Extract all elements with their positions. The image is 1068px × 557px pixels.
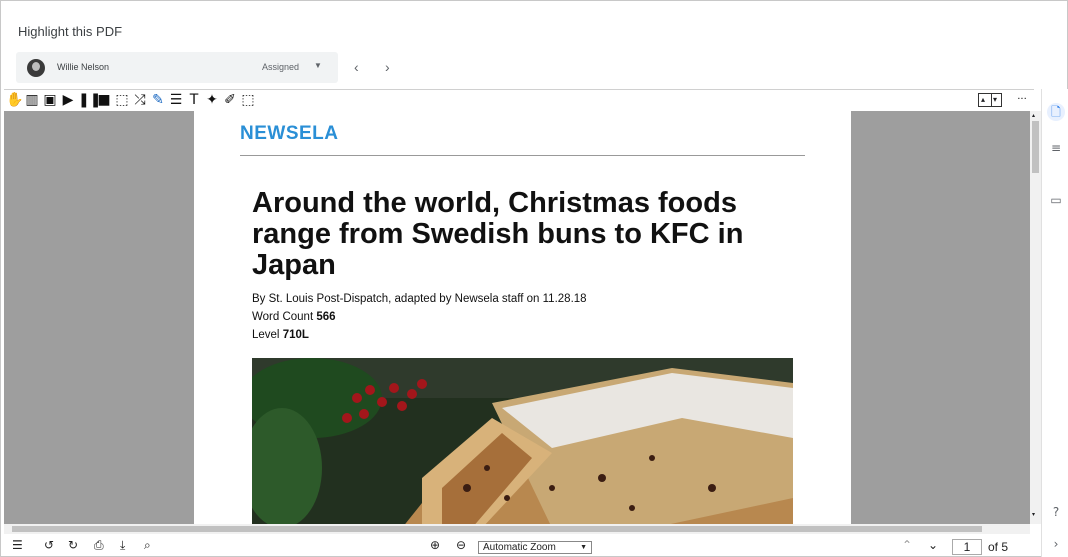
horizontal-scrollbar[interactable] <box>4 524 1030 534</box>
chevron-right-icon[interactable]: › <box>1047 535 1065 553</box>
hand-icon[interactable]: ✋ <box>6 91 23 109</box>
status-dropdown[interactable]: Assigned <box>262 62 299 72</box>
caret-up-icon: ▴ <box>981 95 986 104</box>
stop-icon[interactable]: ■ <box>96 91 112 109</box>
dropdown-toggle[interactable]: ▴ ▾ <box>978 93 1002 107</box>
horizontal-scroll-thumb[interactable] <box>12 526 982 532</box>
page-title: Highlight this PDF <box>18 24 123 39</box>
avatar <box>27 59 45 77</box>
student-selector[interactable]: Willie Nelson Assigned ▼ <box>16 52 338 83</box>
search-icon[interactable]: ⌕ <box>144 538 151 553</box>
scroll-up-icon[interactable]: ▴ <box>1032 112 1035 119</box>
side-panel: 🗋 ≡ ▭ ? › <box>1041 89 1068 557</box>
previous-student-button[interactable]: ‹ <box>354 59 359 75</box>
vertical-scrollbar[interactable]: ▴ ▾ <box>1030 111 1041 524</box>
pause-icon[interactable]: ❚❚ <box>78 91 101 109</box>
reading-level: Level 710L <box>252 329 309 341</box>
more-icon[interactable]: ··· <box>1014 91 1030 109</box>
notes-list-icon[interactable]: ≡ <box>1047 139 1065 157</box>
pdf-viewer[interactable]: NEWSELA Around the world, Christmas food… <box>4 111 1030 524</box>
zoom-select[interactable]: Automatic Zoom ▼ <box>478 541 592 554</box>
pdf-toolbar: ✋ ▥ ▣ ▶ ❚❚ ■ ⬚ ⤮ ✎ ☰ T ✦ ✐ ⬚ ▴ ▾ ··· <box>4 89 1034 110</box>
rotate-right-icon[interactable]: ↻ <box>68 538 78 552</box>
level-label: Level <box>252 329 280 341</box>
list-icon[interactable]: ☰ <box>168 91 184 109</box>
page-total: of 5 <box>988 540 1009 554</box>
outline-icon[interactable]: ☰ <box>12 538 23 552</box>
comment-icon[interactable]: ▭ <box>1047 191 1065 209</box>
pin-icon[interactable]: ✦ <box>204 91 220 109</box>
next-page-icon[interactable]: ⌄ <box>928 538 938 552</box>
play-icon[interactable]: ▶ <box>60 91 76 109</box>
image-icon[interactable]: ▣ <box>42 91 58 109</box>
vertical-scroll-thumb[interactable] <box>1032 121 1039 173</box>
divider <box>240 155 805 156</box>
publisher-logo: NEWSELA <box>240 123 339 144</box>
zoom-out-icon[interactable]: ⊖ <box>456 538 466 552</box>
word-count-value: 566 <box>316 311 336 323</box>
next-student-button[interactable]: › <box>385 59 390 75</box>
word-count-label: Word Count <box>252 311 314 323</box>
caret-down-icon[interactable]: ▼ <box>314 61 322 70</box>
shuffle-icon[interactable]: ⤮ <box>132 91 148 109</box>
student-name: Willie Nelson <box>57 62 110 72</box>
print-icon[interactable]: ⎙ <box>94 538 104 553</box>
divider <box>991 94 992 106</box>
previous-page-icon[interactable]: ⌃ <box>902 538 912 552</box>
select-icon[interactable]: ⬚ <box>114 91 130 109</box>
frame-icon[interactable]: ⬚ <box>240 91 256 109</box>
help-icon[interactable]: ? <box>1047 503 1065 521</box>
marker-icon[interactable]: ✐ <box>222 91 238 109</box>
document-icon[interactable]: 🗋 <box>1047 103 1065 121</box>
download-icon[interactable]: ⤓ <box>120 538 125 553</box>
book-icon[interactable]: ▥ <box>24 91 40 109</box>
caret-down-icon: ▾ <box>993 95 998 104</box>
bottom-toolbar: ☰ ↺ ↻ ⎙ ⤓ ⌕ ⊕ ⊖ Automatic Zoom ▼ ⌃ ⌄ 1 o… <box>4 536 1038 556</box>
pdf-page: NEWSELA Around the world, Christmas food… <box>194 111 851 524</box>
caret-down-icon: ▼ <box>580 544 587 551</box>
word-count: Word Count 566 <box>252 311 336 323</box>
highlighter-icon[interactable]: ✎ <box>150 91 166 109</box>
page-number-input[interactable]: 1 <box>952 539 982 555</box>
scroll-down-icon[interactable]: ▾ <box>1032 511 1035 518</box>
byline: By St. Louis Post-Dispatch, adapted by N… <box>252 293 587 305</box>
article-photo <box>252 358 793 524</box>
rotate-left-icon[interactable]: ↺ <box>44 538 54 552</box>
text-icon[interactable]: T <box>186 91 202 109</box>
stollen-image <box>252 358 793 524</box>
level-value: 710L <box>282 329 309 341</box>
article-headline: Around the world, Christmas foods range … <box>252 187 744 281</box>
zoom-select-value: Automatic Zoom <box>483 542 556 553</box>
zoom-in-icon[interactable]: ⊕ <box>430 538 440 552</box>
